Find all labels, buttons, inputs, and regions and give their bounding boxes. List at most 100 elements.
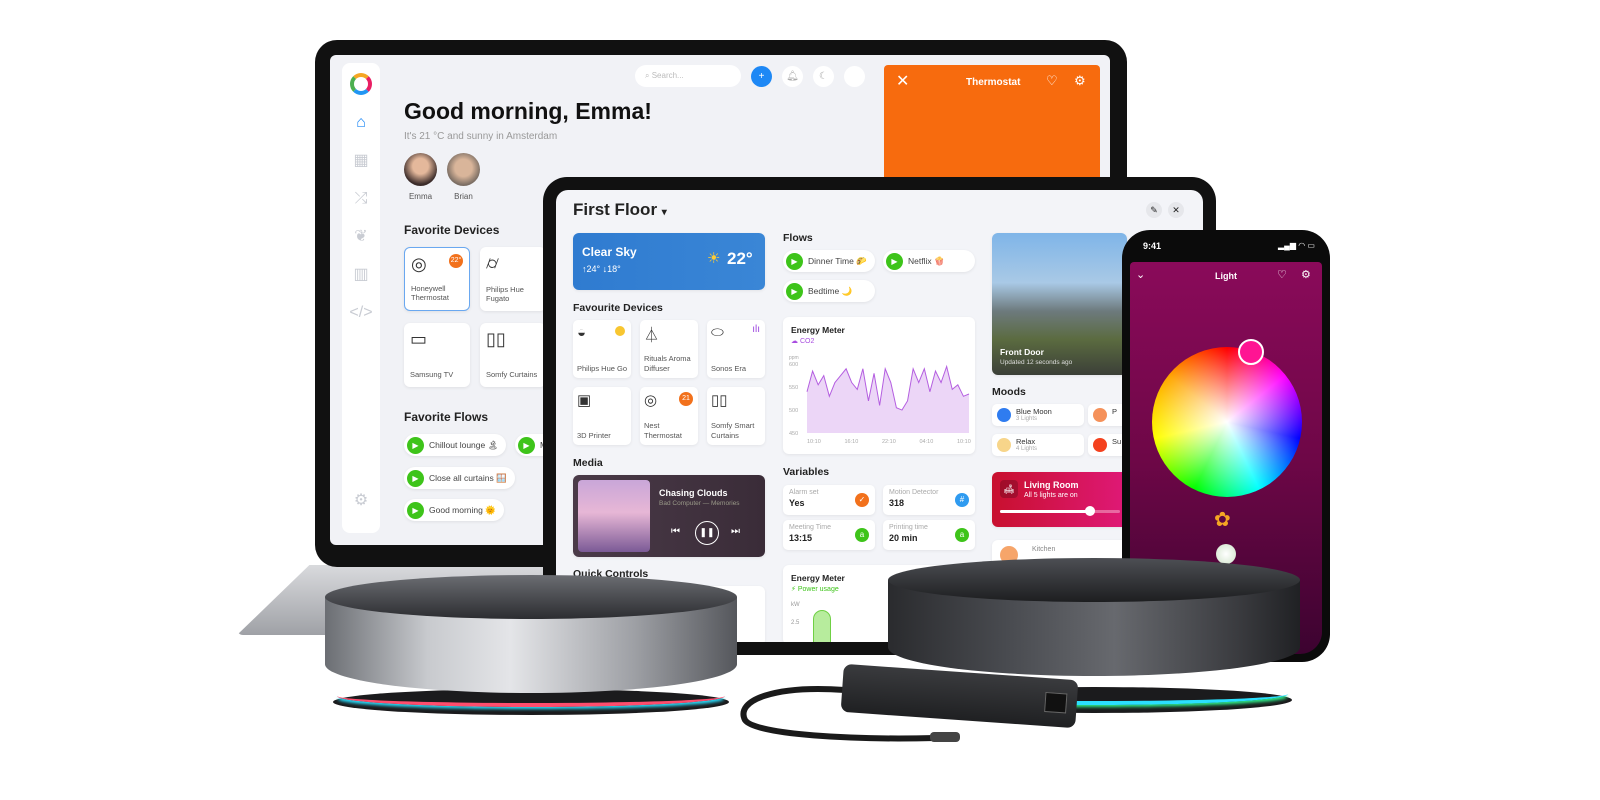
close-icon[interactable]: ✕: [896, 71, 909, 91]
edit-icon[interactable]: ✎: [1146, 202, 1162, 218]
white-light-icon[interactable]: [1216, 544, 1236, 564]
energy-meter-card[interactable]: Energy Meter ☁ CO2 ppm 600 550 500 450 10:10 1…: [783, 317, 975, 454]
device-card[interactable]: ⏃ Rituals Aroma Diffuser: [640, 320, 698, 378]
mood-color-icon: [997, 438, 1011, 452]
sidebar: ⌂ ▦ ⤮ ❦ ▥ </> ⚙: [342, 63, 380, 533]
search-icon: ⌕: [645, 71, 652, 80]
camera-updated: Updated 12 seconds ago: [1000, 359, 1073, 366]
bell-icon[interactable]: 🔔︎: [782, 65, 803, 87]
user-emma[interactable]: Emma: [404, 153, 437, 201]
color-presets-icon[interactable]: ✿: [1214, 507, 1231, 532]
grid-icon[interactable]: ▦: [353, 151, 368, 171]
thermostat-panel: ✕ Thermostat ♡ ⚙: [884, 65, 1100, 185]
room-name: Living Room: [1024, 480, 1079, 490]
variable-label: Printing time: [889, 524, 928, 531]
device-card[interactable]: ▭ Samsung TV: [404, 323, 470, 387]
previous-icon[interactable]: ⏮: [671, 526, 680, 537]
user-name: Brian: [454, 192, 473, 201]
next-icon[interactable]: ⏭: [731, 526, 740, 537]
flow-button[interactable]: ▶ Dinner Time 🌮: [783, 250, 875, 272]
flows-icon[interactable]: ⤮: [355, 189, 368, 209]
flow-label: Chillout lounge 🏝: [429, 439, 499, 450]
greeting: Good morning, Emma!: [404, 98, 652, 124]
floor-selector[interactable]: First Floor ▾: [573, 200, 667, 220]
card-title: Energy Meter: [791, 325, 845, 335]
device-card[interactable]: ◎ 21 Nest Thermostat: [640, 387, 698, 445]
variable-card[interactable]: Printing time 20 min a: [883, 520, 975, 550]
variable-card[interactable]: Alarm set Yes ✓: [783, 485, 875, 515]
flow-button[interactable]: ▶ Chillout lounge 🏝: [404, 434, 507, 456]
play-icon: ▶: [407, 469, 424, 487]
mood-name: Blue Moon: [1016, 407, 1052, 416]
light-on-indicator: [615, 326, 625, 336]
flow-button[interactable]: ▶ Good morning 🌞: [404, 499, 504, 521]
heart-icon[interactable]: ♡: [1046, 73, 1058, 89]
status-time: 9:41: [1143, 241, 1162, 251]
temperature-badge: 21: [679, 392, 693, 406]
flow-button[interactable]: ▶ Bedtime 🌙: [783, 280, 875, 302]
variable-label: Meeting Time: [789, 524, 832, 531]
chevron-down-icon: ▾: [661, 207, 667, 218]
gear-icon[interactable]: ⚙: [354, 491, 368, 511]
media-player[interactable]: Chasing Clouds Bad Computer — Memories ⏮…: [573, 475, 765, 557]
user-brian[interactable]: Brian: [447, 153, 480, 201]
camera-front-door[interactable]: Front Door Updated 12 seconds ago: [992, 233, 1127, 375]
check-icon: ✓: [855, 493, 869, 507]
color-wheel[interactable]: [1152, 347, 1302, 497]
device-card[interactable]: ◒ Philips Hue Go: [573, 320, 631, 378]
slider-handle[interactable]: [1085, 506, 1095, 516]
text-icon: a: [955, 528, 969, 542]
top-bar: ⌕ Search... + 🔔︎ ☾: [635, 65, 865, 87]
avatar: [447, 153, 480, 186]
device-card[interactable]: ⌭ Philips Hue Fugato: [480, 247, 546, 311]
brightness-slider[interactable]: [1000, 506, 1120, 516]
variable-card[interactable]: Meeting Time 13:15 a: [783, 520, 875, 550]
gear-icon[interactable]: ⚙: [1301, 268, 1311, 281]
device-card[interactable]: ◎ 22° Honeywell Thermostat: [404, 247, 470, 311]
gear-icon[interactable]: ⚙: [1074, 73, 1086, 89]
leaf-icon[interactable]: ❦: [354, 227, 367, 247]
metric-name: Power usage: [797, 586, 839, 593]
co2-chart: ppm600 550 500 450 10:10 16:10 22:10 04:10 10:10: [789, 355, 971, 445]
weather-card[interactable]: Clear Sky ↑24° ↓18° ☀ 22°: [573, 233, 765, 290]
pause-icon[interactable]: ❚❚: [695, 521, 719, 545]
spotlight-icon: ⌭: [486, 253, 499, 273]
color-picker-handle[interactable]: [1238, 339, 1264, 365]
mood-item[interactable]: Relax 4 Lights: [992, 434, 1084, 456]
x-tick-label: 16:10: [845, 439, 859, 445]
mood-name: Relax: [1016, 437, 1036, 446]
mood-item[interactable]: Blue Moon 3 Lights: [992, 404, 1084, 426]
chart-icon[interactable]: ▥: [353, 265, 368, 285]
flow-button[interactable]: ▶ Netflix 🍿: [883, 250, 975, 272]
heart-icon[interactable]: ♡: [1277, 268, 1287, 281]
device-name: Philips Hue Go: [577, 363, 628, 373]
device-card[interactable]: ⬭ ılı Sonos Era: [707, 320, 765, 378]
home-icon[interactable]: ⌂: [356, 113, 366, 133]
track-title: Chasing Clouds: [659, 488, 728, 498]
search-input[interactable]: ⌕ Search...: [635, 65, 741, 87]
moon-icon[interactable]: ☾: [813, 65, 834, 87]
printer-icon: ▣: [577, 392, 592, 409]
device-card[interactable]: ▯▯ Somfy Curtains: [480, 323, 546, 387]
play-icon: ▶: [407, 436, 424, 454]
avatar: [404, 153, 437, 186]
living-room-card[interactable]: 🛋︎ Living Room All 5 lights are on: [992, 472, 1132, 527]
x-tick-label: 22:10: [882, 439, 896, 445]
album-art: [578, 480, 650, 552]
user-avatar[interactable]: [844, 65, 865, 87]
play-icon: ▶: [407, 501, 424, 519]
device-name: Somfy Smart Curtains: [711, 420, 755, 440]
variable-card[interactable]: Motion Detector 318 #: [883, 485, 975, 515]
flow-button[interactable]: ▶ Close all curtains 🪟: [404, 467, 515, 489]
add-button[interactable]: +: [751, 65, 772, 87]
code-icon[interactable]: </>: [349, 303, 372, 323]
mood-color-icon: [1093, 438, 1107, 452]
temperature-badge: 22°: [449, 254, 463, 268]
device-card[interactable]: ▣ 3D Printer: [573, 387, 631, 445]
device-card[interactable]: ▯▯ Somfy Smart Curtains: [707, 387, 765, 445]
play-icon: ▶: [786, 282, 803, 300]
y-tick-label: 500: [789, 408, 798, 414]
close-icon[interactable]: ✕: [1168, 202, 1184, 218]
metric-label: ⚡︎ Power usage: [791, 585, 839, 593]
mood-lights: 4 Lights: [1016, 446, 1038, 452]
